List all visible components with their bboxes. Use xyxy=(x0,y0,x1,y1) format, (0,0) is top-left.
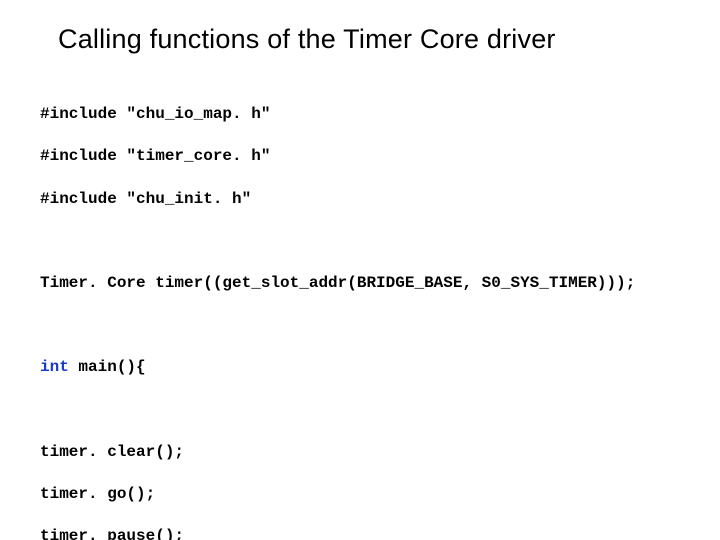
blank-line xyxy=(40,315,680,336)
slide: Calling functions of the Timer Core driv… xyxy=(0,0,720,540)
blank-line xyxy=(40,231,680,252)
code-line-clear: timer. clear(); xyxy=(40,442,680,463)
main-signature-line: int main(){ xyxy=(40,357,680,378)
type-name: Timer. Core xyxy=(40,274,155,292)
include-keyword: #include xyxy=(40,147,117,165)
code-line-go: timer. go(); xyxy=(40,484,680,505)
slide-title: Calling functions of the Timer Core driv… xyxy=(58,24,680,55)
code-line-pause: timer. pause(); xyxy=(40,526,680,540)
main-signature: main(){ xyxy=(78,358,145,376)
include-keyword: #include xyxy=(40,190,117,208)
include-line-1: #include "chu_io_map. h" xyxy=(40,104,680,125)
blank-line xyxy=(40,400,680,421)
object-expr: timer((get_slot_addr(BRIDGE_BASE, S0_SYS… xyxy=(155,274,635,292)
include-line-3: #include "chu_init. h" xyxy=(40,189,680,210)
include-file: "chu_io_map. h" xyxy=(117,105,271,123)
include-line-2: #include "timer_core. h" xyxy=(40,146,680,167)
keyword-int: int xyxy=(40,358,78,376)
object-decl-line: Timer. Core timer((get_slot_addr(BRIDGE_… xyxy=(40,273,680,294)
code-block: #include "chu_io_map. h" #include "timer… xyxy=(40,83,680,540)
include-keyword: #include xyxy=(40,105,117,123)
include-file: "chu_init. h" xyxy=(117,190,251,208)
include-file: "timer_core. h" xyxy=(117,147,271,165)
